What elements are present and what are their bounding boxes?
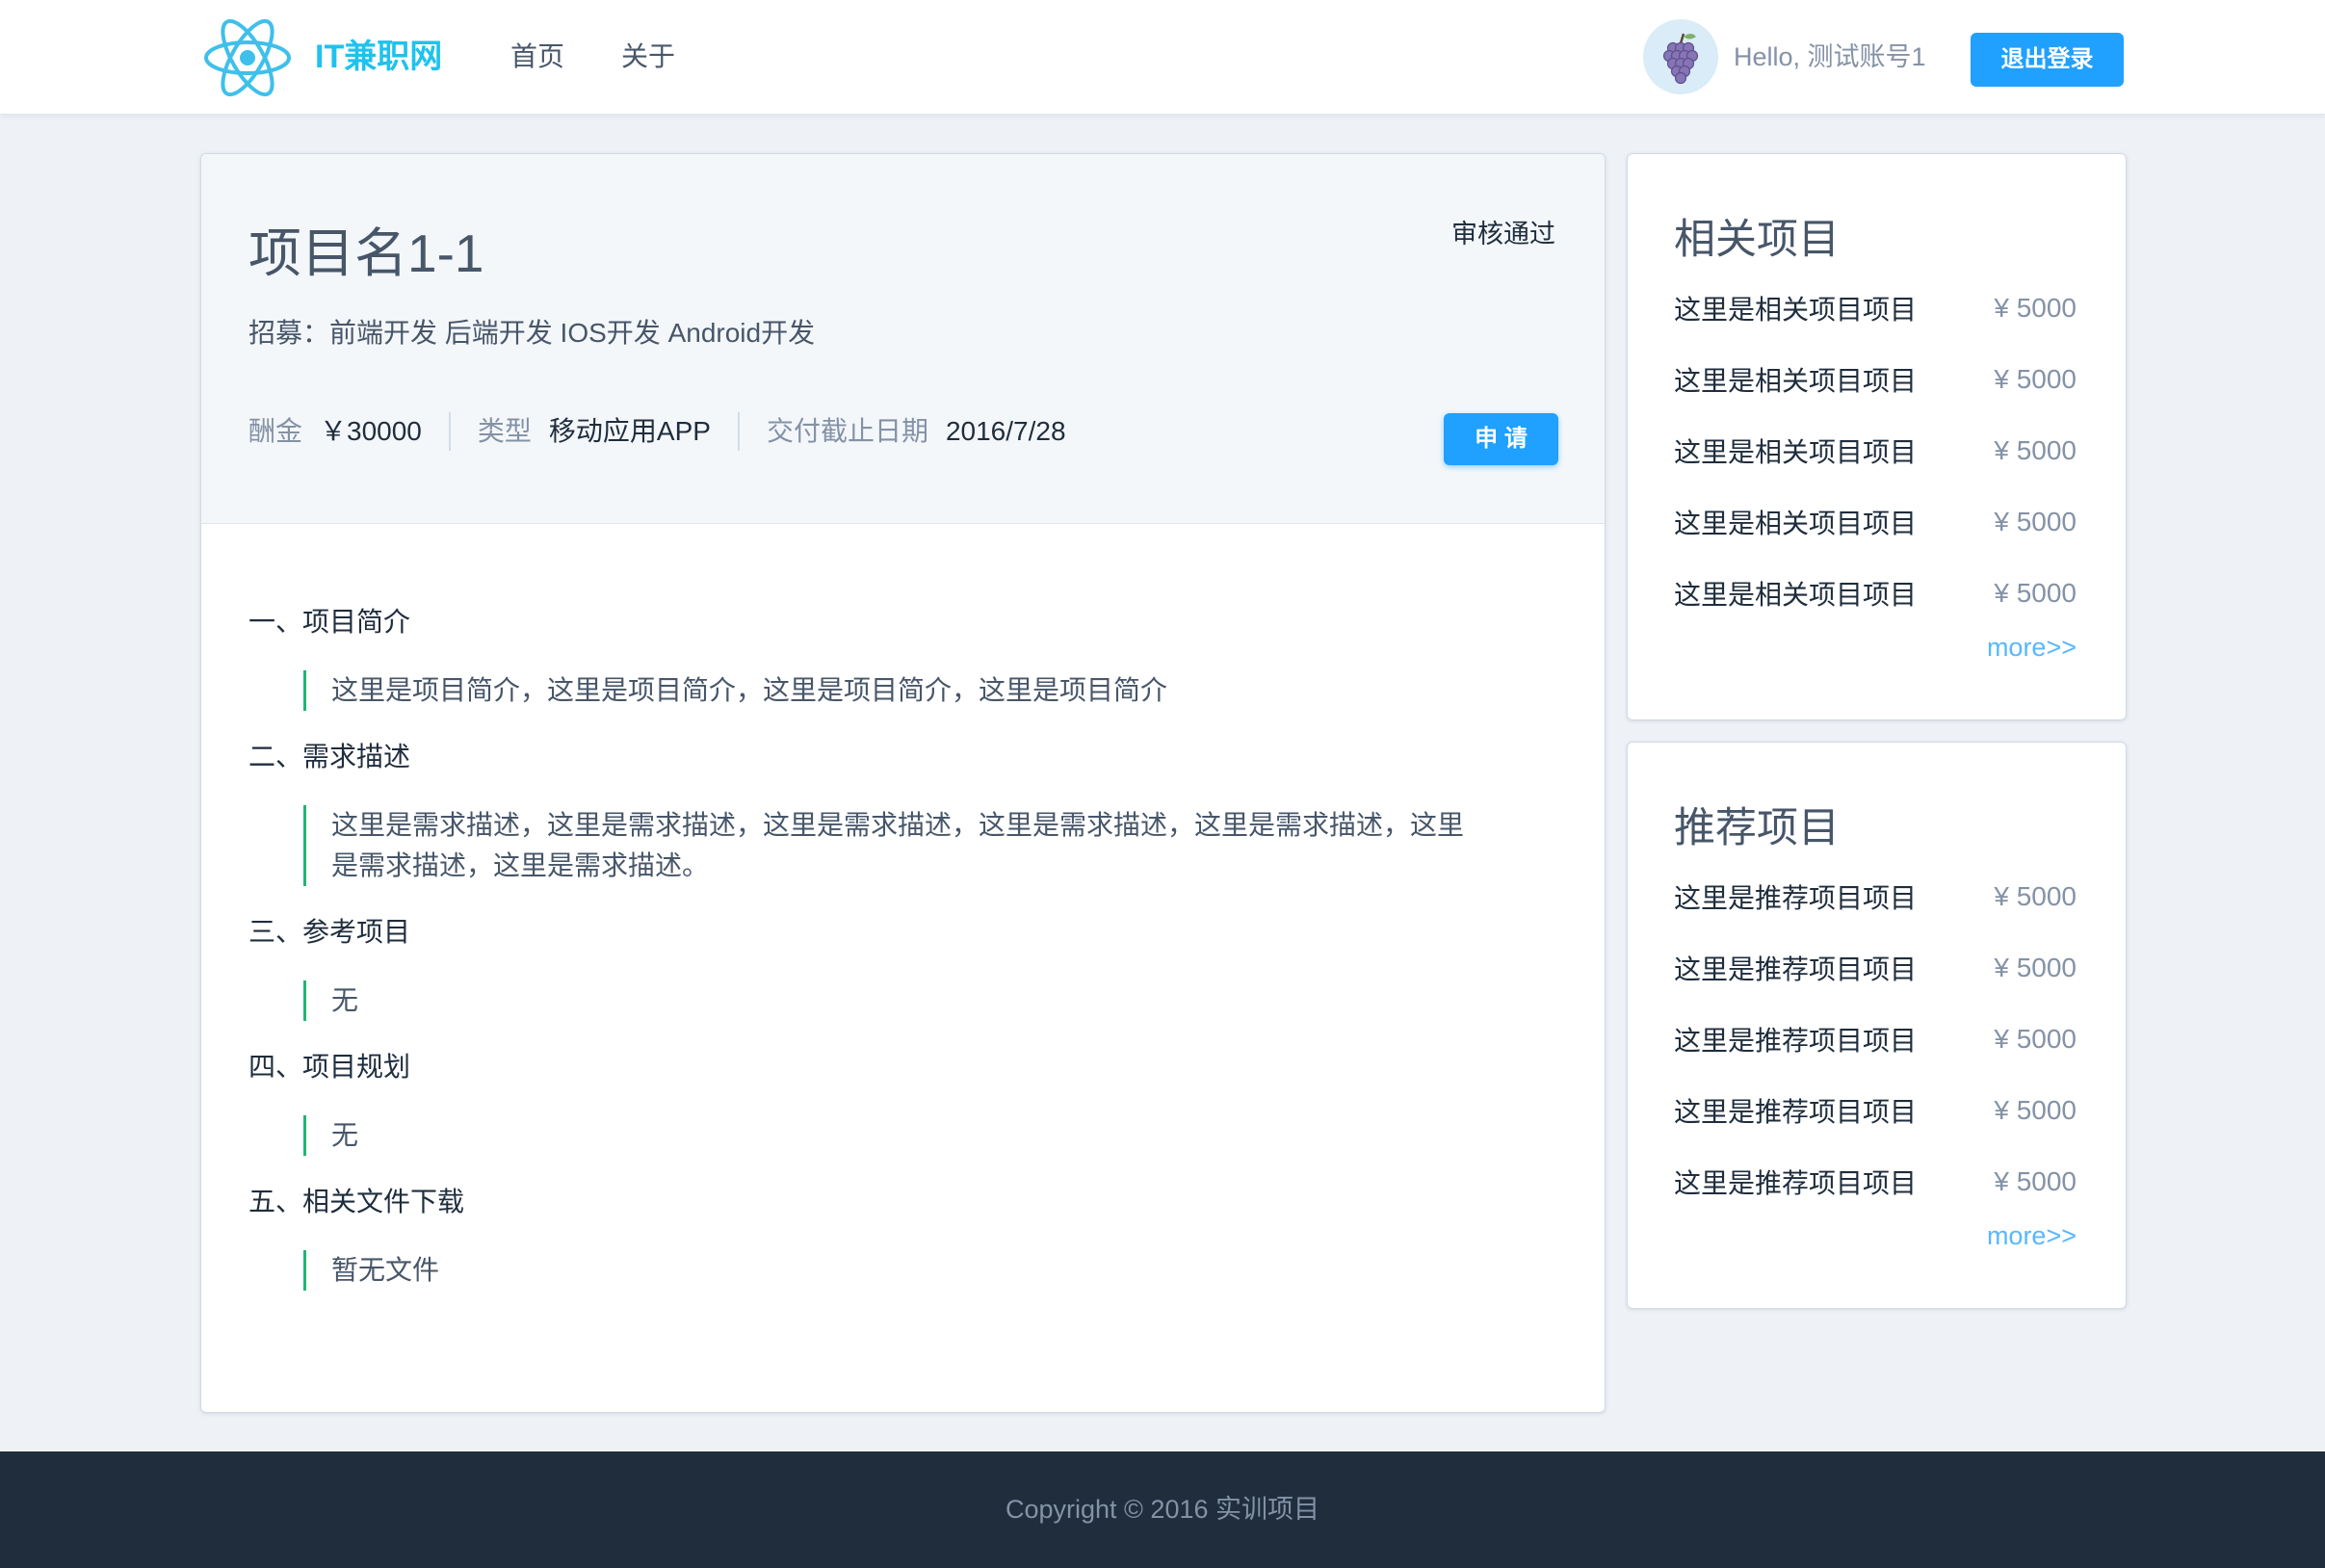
section-body-plan: 无 xyxy=(303,1115,1480,1156)
related-projects-list: 这里是相关项目项目 ¥ 5000 这里是相关项目项目 ¥ 5000 这里是相关项… xyxy=(1628,273,2126,629)
section-heading-intro: 一、项目简介 xyxy=(248,607,411,637)
project-meta: 酬金 ￥30000 类型 移动应用APP 交付截止日期 2016/7/28 xyxy=(248,412,1093,451)
item-price: ¥ 5000 xyxy=(1994,435,2077,465)
project-summary: 项目名1-1 审核通过 招募：前端开发 后端开发 IOS开发 Android开发… xyxy=(201,154,1605,524)
section-body-intro: 这里是项目简介，这里是项目简介，这里是项目简介，这里是项目简介 xyxy=(303,670,1480,711)
logout-button[interactable]: 退出登录 xyxy=(1971,33,2124,87)
list-item[interactable]: 这里是推荐项目项目 ¥ 5000 xyxy=(1628,1146,2126,1217)
item-price: ¥ 5000 xyxy=(1994,578,2077,608)
list-item[interactable]: 这里是推荐项目项目 ¥ 5000 xyxy=(1628,1004,2126,1075)
related-projects-title: 相关项目 xyxy=(1674,217,1840,263)
meta-value: ￥30000 xyxy=(320,416,422,446)
item-price: ¥ 5000 xyxy=(1994,293,2077,323)
related-projects-card: 相关项目 这里是相关项目项目 ¥ 5000 这里是相关项目项目 ¥ 5000 这… xyxy=(1627,153,2127,720)
item-name: 这里是推荐项目项目 xyxy=(1674,954,1918,984)
section-heading-files: 五、相关文件下载 xyxy=(248,1187,465,1216)
footer: Copyright © 2016 实训项目 xyxy=(0,1451,2325,1568)
section-body-files: 暂无文件 xyxy=(303,1250,1480,1291)
item-name: 这里是相关项目项目 xyxy=(1674,366,1918,396)
item-price: ¥ 5000 xyxy=(1994,364,2077,394)
item-price: ¥ 5000 xyxy=(1994,1095,2077,1125)
item-name: 这里是推荐项目项目 xyxy=(1674,1097,1918,1127)
project-title: 项目名1-1 xyxy=(248,223,484,283)
item-price: ¥ 5000 xyxy=(1994,507,2077,536)
meta-label: 类型 xyxy=(477,416,532,446)
list-item[interactable]: 这里是推荐项目项目 ¥ 5000 xyxy=(1628,932,2126,1004)
item-price: ¥ 5000 xyxy=(1994,881,2077,911)
recommended-projects-card: 推荐项目 这里是推荐项目项目 ¥ 5000 这里是推荐项目项目 ¥ 5000 这… xyxy=(1627,742,2127,1309)
item-name: 这里是相关项目项目 xyxy=(1674,295,1918,325)
item-price: ¥ 5000 xyxy=(1994,953,2077,982)
react-atom-icon[interactable] xyxy=(203,17,292,98)
item-name: 这里是推荐项目项目 xyxy=(1674,883,1918,913)
grape-icon xyxy=(1662,33,1699,85)
list-item[interactable]: 这里是相关项目项目 ¥ 5000 xyxy=(1628,415,2126,486)
list-item[interactable]: 这里是相关项目项目 ¥ 5000 xyxy=(1628,273,2126,344)
apply-button[interactable]: 申 请 xyxy=(1444,413,1558,465)
item-name: 这里是相关项目项目 xyxy=(1674,580,1918,610)
meta-label: 酬金 xyxy=(248,416,303,446)
meta-value: 移动应用APP xyxy=(548,416,711,446)
avatar[interactable] xyxy=(1643,19,1718,94)
section-body-reference: 无 xyxy=(303,980,1480,1021)
section-body-requirements: 这里是需求描述，这里是需求描述，这里是需求描述，这里是需求描述，这里是需求描述，… xyxy=(303,805,1480,886)
user-greeting: Hello, 测试账号1 xyxy=(1734,42,1926,71)
list-item[interactable]: 这里是相关项目项目 ¥ 5000 xyxy=(1628,486,2126,558)
project-detail-card: 项目名1-1 审核通过 招募：前端开发 后端开发 IOS开发 Android开发… xyxy=(200,153,1606,1413)
top-navbar: IT兼职网 首页 关于 Hello, 测试账号1 退出登录 xyxy=(0,0,2325,115)
item-name: 这里是相关项目项目 xyxy=(1674,509,1918,538)
related-more-link[interactable]: more>> xyxy=(1987,630,2077,665)
meta-type: 类型 移动应用APP xyxy=(448,412,738,451)
recruit-roles: 招募：前端开发 后端开发 IOS开发 Android开发 xyxy=(248,318,816,348)
recommended-projects-title: 推荐项目 xyxy=(1674,805,1840,851)
item-price: ¥ 5000 xyxy=(1994,1166,2077,1196)
meta-value: 2016/7/28 xyxy=(945,416,1066,446)
project-sections: 一、项目简介 这里是项目简介，这里是项目简介，这里是项目简介，这里是项目简介 二… xyxy=(248,605,1559,1320)
list-item[interactable]: 这里是相关项目项目 ¥ 5000 xyxy=(1628,344,2126,415)
meta-reward: 酬金 ￥30000 xyxy=(248,412,449,451)
recommended-projects-list: 这里是推荐项目项目 ¥ 5000 这里是推荐项目项目 ¥ 5000 这里是推荐项… xyxy=(1628,861,2126,1217)
list-item[interactable]: 这里是相关项目项目 ¥ 5000 xyxy=(1628,558,2126,629)
nav-item-home[interactable]: 首页 xyxy=(510,37,564,77)
section-heading-requirements: 二、需求描述 xyxy=(248,742,411,771)
site-logo-text[interactable]: IT兼职网 xyxy=(315,35,442,79)
meta-label: 交付截止日期 xyxy=(766,416,928,446)
item-name: 这里是推荐项目项目 xyxy=(1674,1168,1918,1198)
item-name: 这里是相关项目项目 xyxy=(1674,437,1918,467)
section-heading-reference: 三、参考项目 xyxy=(248,917,411,947)
item-price: ¥ 5000 xyxy=(1994,1024,2077,1054)
section-heading-plan: 四、项目规划 xyxy=(248,1052,411,1082)
status-badge: 审核通过 xyxy=(1451,220,1555,248)
list-item[interactable]: 这里是推荐项目项目 ¥ 5000 xyxy=(1628,861,2126,932)
meta-deadline: 交付截止日期 2016/7/28 xyxy=(737,412,1093,451)
copyright-text: Copyright © 2016 实训项目 xyxy=(1005,1495,1320,1524)
nav-item-about[interactable]: 关于 xyxy=(621,37,675,77)
list-item[interactable]: 这里是推荐项目项目 ¥ 5000 xyxy=(1628,1075,2126,1146)
recommended-more-link[interactable]: more>> xyxy=(1987,1218,2077,1253)
item-name: 这里是推荐项目项目 xyxy=(1674,1026,1918,1056)
